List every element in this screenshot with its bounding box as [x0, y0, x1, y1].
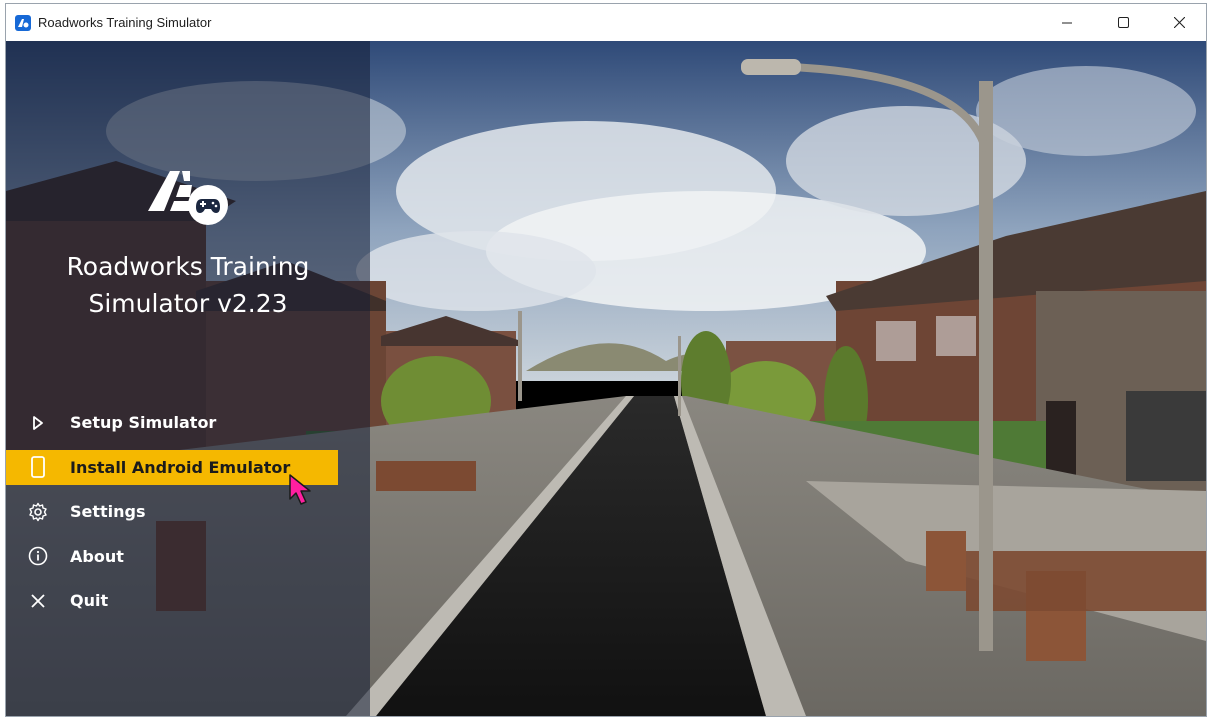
- minimize-icon: [1062, 22, 1072, 23]
- menu-item-label: Quit: [70, 591, 109, 610]
- menu-item-about[interactable]: About: [6, 539, 338, 574]
- main-menu: Setup Simulator Install Android Emulator…: [6, 405, 370, 628]
- menu-item-label: Install Android Emulator: [70, 457, 291, 477]
- app-window: Roadworks Training Simulator Roadworks T…: [6, 4, 1206, 716]
- menu-item-label: About: [70, 546, 124, 566]
- mouse-cursor-icon: [289, 474, 311, 505]
- app-icon: [15, 14, 31, 31]
- close-icon: [27, 590, 49, 612]
- title-bar[interactable]: Roadworks Training Simulator: [6, 4, 1206, 41]
- app-title: Roadworks Training Simulator v2.23: [6, 248, 370, 322]
- play-icon: [27, 412, 49, 434]
- main-menu-panel: Roadworks Training Simulator v2.23 Setup…: [6, 41, 370, 716]
- menu-item-quit[interactable]: Quit: [6, 583, 338, 618]
- scene-viewport: Roadworks Training Simulator v2.23 Setup…: [6, 41, 1206, 716]
- maximize-icon: [1117, 17, 1129, 28]
- window-title: Roadworks Training Simulator: [38, 15, 212, 30]
- menu-item-label: Settings: [70, 502, 146, 521]
- close-icon: [1173, 17, 1185, 28]
- road-gamepad-logo-icon: [148, 171, 228, 225]
- minimize-button[interactable]: [1044, 4, 1090, 41]
- close-window-button[interactable]: [1156, 4, 1202, 41]
- menu-item-setup-simulator[interactable]: Setup Simulator: [6, 405, 338, 440]
- phone-icon: [27, 456, 49, 478]
- app-title-line2: Simulator v2.23: [88, 289, 288, 318]
- menu-item-label: Setup Simulator: [70, 413, 217, 432]
- app-title-line1: Roadworks Training: [66, 252, 310, 281]
- info-icon: [27, 545, 49, 567]
- maximize-button[interactable]: [1100, 4, 1146, 41]
- gear-icon: [27, 501, 49, 523]
